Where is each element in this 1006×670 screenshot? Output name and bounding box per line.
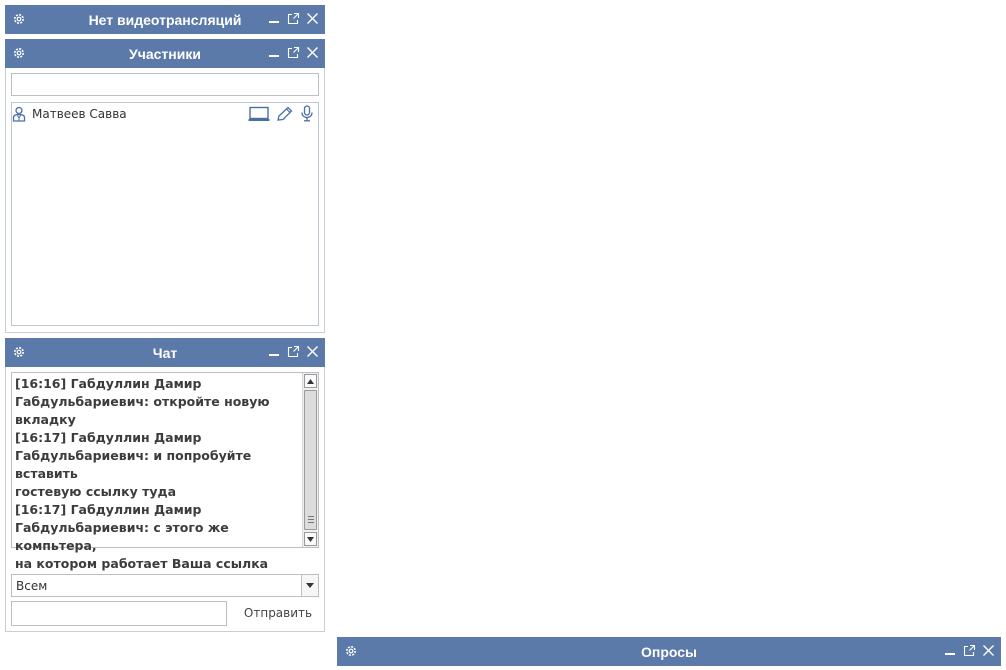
minimize-icon[interactable] bbox=[944, 644, 957, 657]
grip-icon bbox=[308, 516, 314, 524]
participant-search-input[interactable] bbox=[11, 73, 319, 96]
polls-panel: Опросы bbox=[337, 637, 1001, 666]
chat-line: Габдульбариевич: с этого же компьтера, bbox=[15, 520, 229, 553]
close-icon[interactable] bbox=[306, 345, 319, 358]
pencil-icon[interactable] bbox=[276, 106, 294, 122]
chat-message-input[interactable] bbox=[11, 601, 227, 626]
scroll-down-button[interactable] bbox=[304, 532, 317, 546]
video-panel-titlebar[interactable]: Нет видеотрансляций bbox=[5, 5, 325, 34]
minimize-icon[interactable] bbox=[268, 46, 281, 59]
arrow-up-icon bbox=[307, 378, 314, 384]
chat-line: на котором работает Ваша ссылка bbox=[15, 556, 269, 571]
microphone-icon[interactable] bbox=[300, 105, 314, 122]
gear-icon[interactable] bbox=[12, 345, 26, 359]
arrow-down-icon bbox=[307, 536, 314, 542]
chat-panel-title: Чат bbox=[152, 344, 178, 361]
close-icon[interactable] bbox=[306, 12, 319, 25]
participant-list bbox=[11, 102, 319, 326]
participants-panel-title: Участники bbox=[129, 45, 201, 62]
chat-line: [16:17] Габдуллин Дамир bbox=[15, 430, 202, 445]
video-panel-title: Нет видеотрансляций bbox=[88, 11, 242, 28]
gear-icon[interactable] bbox=[344, 644, 358, 658]
polls-panel-title: Опросы bbox=[640, 643, 697, 660]
close-icon[interactable] bbox=[982, 644, 995, 657]
participants-panel-titlebar[interactable]: Участники bbox=[5, 39, 325, 68]
send-button[interactable]: Отправить bbox=[238, 601, 318, 625]
chevron-down-icon bbox=[306, 583, 314, 588]
recipient-select[interactable]: Всем bbox=[11, 574, 319, 597]
chat-line: [16:17] Габдуллин Дамир bbox=[15, 502, 202, 517]
participant-item[interactable]: Матвеев Савва bbox=[12, 103, 318, 125]
popout-icon[interactable] bbox=[287, 46, 300, 59]
screen-share-icon[interactable] bbox=[248, 106, 270, 122]
gear-icon[interactable] bbox=[12, 12, 26, 26]
participant-name: Матвеев Савва bbox=[32, 107, 127, 121]
user-icon bbox=[12, 106, 26, 122]
scroll-thumb[interactable] bbox=[304, 390, 317, 530]
chat-line: вкладку bbox=[15, 412, 76, 427]
popout-icon[interactable] bbox=[287, 12, 300, 25]
popout-icon[interactable] bbox=[287, 345, 300, 358]
recipient-value: Всем bbox=[16, 578, 48, 593]
dropdown-arrow[interactable] bbox=[301, 575, 318, 596]
chat-panel-titlebar[interactable]: Чат bbox=[5, 338, 325, 367]
chat-line: Габдульбариевич: и попробуйте вставить bbox=[15, 448, 252, 481]
chat-line: [16:16] Габдуллин Дамир bbox=[15, 376, 202, 391]
scroll-up-button[interactable] bbox=[304, 374, 317, 388]
minimize-icon[interactable] bbox=[268, 345, 281, 358]
gear-icon[interactable] bbox=[12, 46, 26, 60]
polls-panel-titlebar[interactable]: Опросы bbox=[337, 637, 1001, 666]
chat-scrollbar[interactable] bbox=[302, 373, 318, 547]
close-icon[interactable] bbox=[306, 46, 319, 59]
chat-message-text: [16:16] Габдуллин Дамир Габдульбариевич:… bbox=[15, 375, 301, 573]
popout-icon[interactable] bbox=[963, 644, 976, 657]
chat-line: гостевую ссылку туда bbox=[15, 484, 176, 499]
chat-messages[interactable]: [16:16] Габдуллин Дамир Габдульбариевич:… bbox=[11, 372, 319, 571]
chat-line: Габдульбариевич: откройте новую bbox=[15, 394, 270, 409]
video-panel: Нет видеотрансляций bbox=[5, 5, 325, 34]
minimize-icon[interactable] bbox=[268, 12, 281, 25]
